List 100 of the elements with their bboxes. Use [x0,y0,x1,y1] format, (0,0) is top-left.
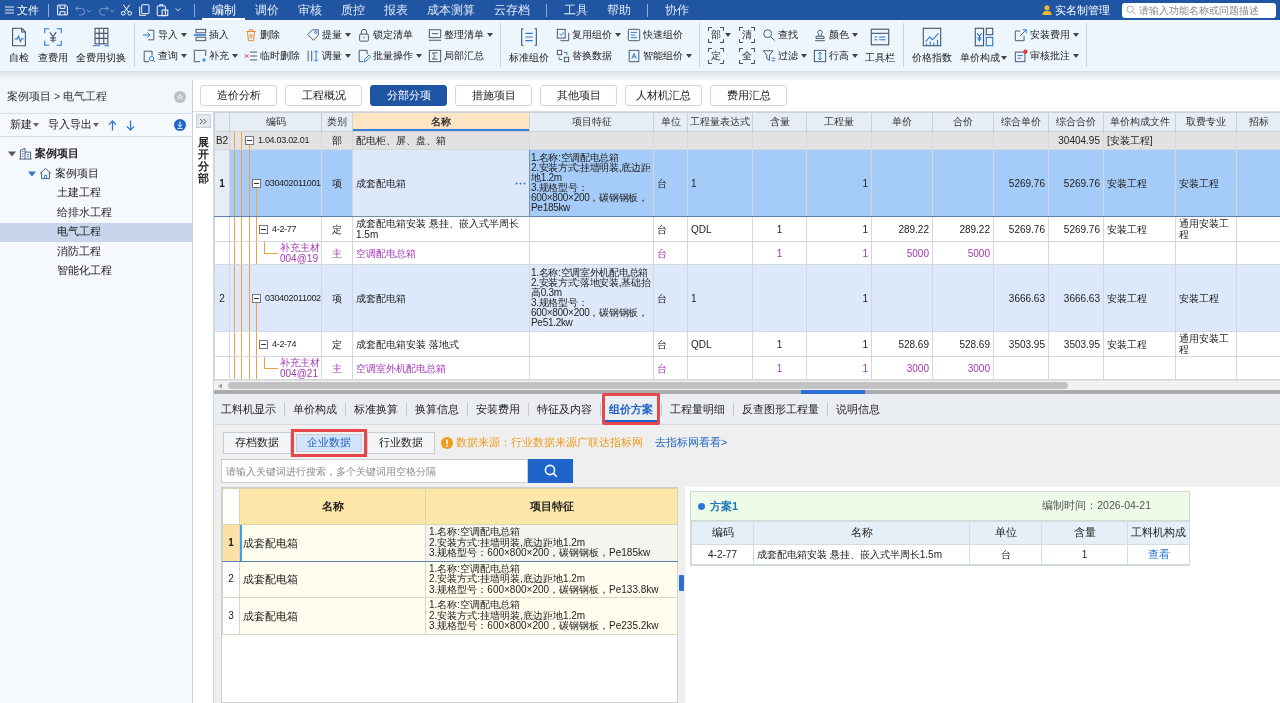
bracket-glyph-button[interactable]: 全 [736,46,758,67]
column-header[interactable]: 单位 [653,112,688,132]
column-header[interactable]: 含量 [752,112,807,132]
ribbon-button[interactable]: 提量 [304,24,353,45]
table-row[interactable]: 4-2-77 定 成套配电箱安装 悬挂、嵌入式半周长1.5m 台 QDL 1 1 289.22 289.22 5269.76 5269.76 安装工程 通用安装工程 [214,216,1280,242]
detail-tab[interactable]: 特征及内容 [537,399,592,419]
column-header[interactable]: 招标 [1236,112,1280,132]
scissors-icon[interactable] [120,3,133,17]
menu-tab[interactable]: 工具 [554,0,597,20]
table-row[interactable]: 1 成套配电箱 1.名称:空调配电总箱 2.安装方式:挂墙明装,底边距地1.2m 3.规格型号：600×800×200，碳钢钢板，Pe185kw [222,524,678,561]
ribbon-button[interactable]: 单价构成 [957,24,1010,67]
ribbon-button[interactable]: 补充 [191,46,240,67]
column-header[interactable]: 合价 [932,112,994,132]
file-menu[interactable]: 文件 [3,0,41,20]
scroll-left-icon[interactable] [218,382,222,389]
bracket-glyph-button[interactable]: 部 [705,24,734,45]
save-icon[interactable] [56,3,69,17]
bracket-glyph-button[interactable]: 清 [736,24,758,45]
menu-tab[interactable]: 帮助 [597,0,640,20]
menu-tab[interactable]: 成本测算 [417,0,484,20]
tree-item[interactable]: 案例项目 [0,143,192,164]
ribbon-button[interactable]: 颜色 [811,24,860,45]
detail-tab[interactable]: 反查图形工程量 [742,399,819,419]
scrollbar-thumb[interactable] [228,382,1068,389]
ribbon-button[interactable]: 审核批注 [1012,46,1081,67]
view-tab[interactable]: 人材机汇总 [625,85,702,106]
menu-tab[interactable]: 编制 [202,0,245,20]
table-row[interactable]: 补充主材 004@21 主 空调室外机配电总箱 台 1 1 3000 3000 [214,356,1280,380]
column-header[interactable]: 综合合价 [1048,112,1104,132]
detail-tab[interactable]: 工料机显示 [221,399,276,419]
table-row[interactable]: 4-2-74 定 成套配电箱安装 落地式 台 QDL 1 1 528.69 528.69 3503.95 3503.95 安装工程 通用安装工程 [214,331,1280,357]
ribbon-button[interactable]: 批量操作 [355,46,424,67]
view-tab[interactable]: 措施项目 [455,85,532,106]
ribbon-button[interactable]: 过滤 [760,46,809,67]
search-field[interactable]: 请输入关键词进行搜索，多个关键词用空格分隔 [221,459,528,483]
ribbon-button[interactable]: 导入 [140,24,189,45]
tree-item[interactable]: 电气工程 [0,222,192,242]
menu-tab[interactable]: 协作 [655,0,698,20]
column-header[interactable]: 单价 [871,112,933,132]
ribbon-button[interactable]: 标准组价 [506,24,552,67]
search-field[interactable]: 请输入功能名称或问题描述 [1122,2,1276,18]
ribbon-button[interactable]: 临时删除 [242,46,302,67]
ribbon-button[interactable]: 全费用切换 [73,24,129,67]
up-arrow-icon[interactable] [108,119,117,131]
tree-item[interactable]: 给排水工程 [0,203,192,223]
ribbon-button[interactable]: 智能组价 [625,46,694,67]
ribbon-button[interactable]: 插入 [191,24,231,45]
ribbon-button[interactable]: 快速组价 [625,24,685,45]
ribbon-button[interactable]: 查费用 [35,24,71,67]
ribbon-button[interactable]: 锁定清单 [355,24,415,45]
view-tab[interactable]: 分部分项 [370,85,447,106]
data-tab[interactable]: 行业数据 [367,432,435,454]
indicator-link[interactable]: 去指标网看看> [655,436,728,450]
collapse-icon[interactable] [259,224,268,234]
column-header[interactable]: 取费专业 [1175,112,1237,132]
ribbon-button[interactable]: 查找 [760,24,800,45]
download-icon[interactable] [174,119,186,131]
menu-tab[interactable]: 报表 [374,0,417,20]
collapse-icon[interactable] [252,178,261,188]
ribbon-button[interactable]: 整理清单 [426,24,495,45]
ribbon-button[interactable]: 行高 [811,46,860,67]
search-button[interactable] [528,459,573,483]
menu-tab[interactable]: 云存档 [484,0,539,20]
collapse-icon[interactable] [245,136,254,145]
view-tab[interactable]: 费用汇总 [710,85,787,106]
menu-tab[interactable]: 调价 [245,0,288,20]
toolbar-button[interactable]: 导入导出 [48,118,99,132]
ribbon-button[interactable]: 工具栏 [862,24,898,67]
detail-tab[interactable]: 单价构成 [293,399,337,419]
detail-tab[interactable]: 工程量明细 [670,399,725,419]
ribbon-button[interactable]: 价格指数 [909,24,955,67]
expand-panel-button[interactable] [195,114,211,128]
ribbon-button[interactable]: 查询 [140,46,189,67]
bracket-glyph-button[interactable]: 定 [705,46,727,67]
ribbon-button[interactable]: 调量 [304,46,353,67]
view-tab[interactable]: 其他项目 [540,85,617,106]
column-header[interactable]: 编码 [229,112,322,132]
down-arrow-icon[interactable] [126,119,135,131]
view-tab[interactable]: 造价分析 [200,85,277,106]
more-icon[interactable] [515,181,526,185]
ribbon-button[interactable]: 替换数据 [554,46,614,67]
detail-tab[interactable]: 换算信息 [415,399,459,419]
tree-item[interactable]: 案例项目 [0,164,192,184]
column-header[interactable]: 工程量表达式 [687,112,753,132]
horizontal-scrollbar[interactable] [214,380,1280,390]
column-header[interactable]: 类别 [321,112,353,132]
collapse-icon[interactable] [259,339,268,349]
data-tab[interactable]: 存档数据 [223,432,291,454]
column-header[interactable]: 项目特征 [529,112,654,132]
splitter-handle[interactable] [679,575,684,591]
detail-tab[interactable]: 说明信息 [836,399,880,419]
table-row[interactable]: 补充主材 004@19 主 空调配电总箱 台 1 1 5000 5000 [214,241,1280,265]
collapse-icon[interactable] [252,293,261,303]
toolbar-button[interactable]: 新建 [10,118,39,132]
tree-item[interactable]: 消防工程 [0,242,192,262]
table-row[interactable]: 2 成套配电箱 1.名称:空调配电总箱 2.安装方式:挂墙明装,底边距地1.2m 3.规格型号：600×800×200，碳钢钢板，Pe133.8kw [222,561,678,598]
column-header[interactable]: 综合单价 [993,112,1049,132]
table-row[interactable]: 2 030402011002 项 成套配电箱 1.名称:空调室外机配电总箱 2.安装方式:落地安装,基础抬高0.3m 3.规格型号：600×800×200，碳钢钢板，Pe51.2kw 台 1 1 3666.63 3666.63 安装工程 安装工程 [214,264,1280,332]
data-tab[interactable]: 企业数据 [291,429,367,457]
ribbon-button[interactable]: 复用组价 [554,24,623,45]
